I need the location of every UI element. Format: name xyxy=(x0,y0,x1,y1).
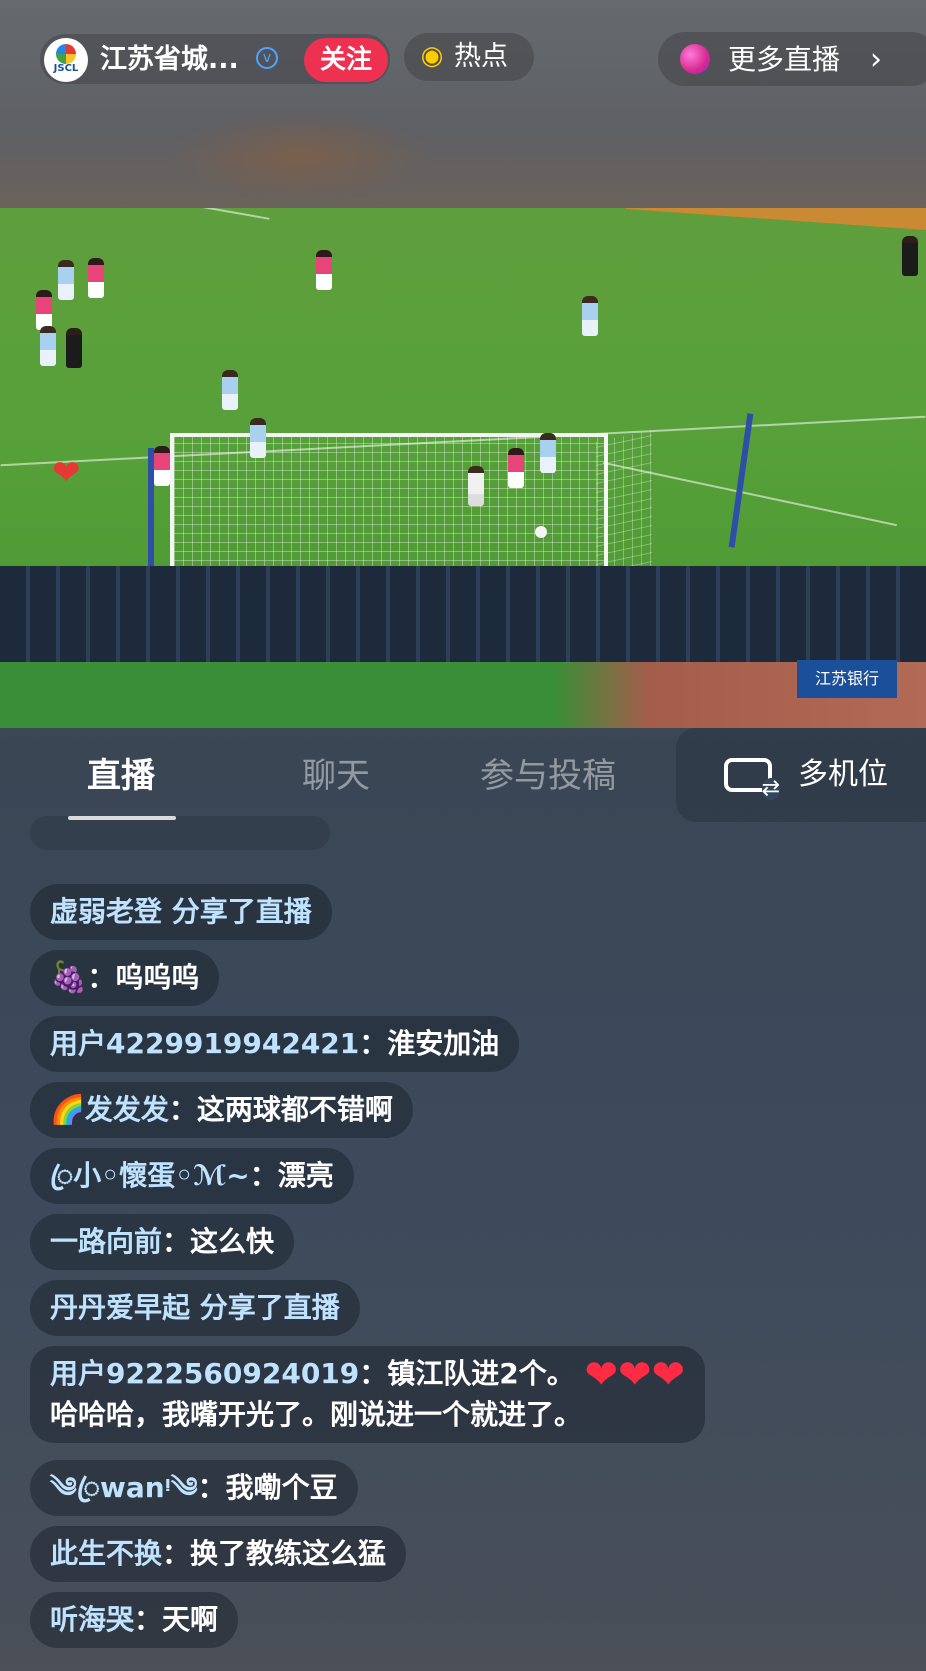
comment-username[interactable]: 🍇 xyxy=(50,960,87,995)
comment-text: ：我嘞个豆 xyxy=(197,1471,338,1504)
comment-username[interactable]: 用户4229919942421 xyxy=(50,1027,359,1060)
tab-chat[interactable]: 聊天 xyxy=(302,748,370,804)
channel-logo[interactable]: JSCL xyxy=(44,38,88,82)
comment-username[interactable]: ༄ꦿwanᵎ༄ xyxy=(50,1471,198,1504)
comment-text: 分享了直播 xyxy=(190,1291,340,1324)
comment-username[interactable]: 丹丹爱早起 xyxy=(50,1291,190,1324)
comment-text: ：淮安加油 xyxy=(359,1027,500,1060)
comment-username[interactable]: 虚弱老登 xyxy=(50,895,162,928)
player xyxy=(88,258,104,298)
verified-icon: v xyxy=(256,47,278,69)
comment-text: ：这么快 xyxy=(162,1225,275,1258)
heart-icon: ❤❤❤ xyxy=(584,1352,686,1398)
pitchside-barrier xyxy=(0,566,926,662)
list-item: 一路向前：这么快 xyxy=(30,1214,295,1270)
comment-username[interactable]: ꦿ小◦懷蛋◦ℳ~ xyxy=(50,1159,250,1192)
list-item: ༄ꦿwanᵎ༄：我嘞个豆 xyxy=(30,1460,358,1516)
tab-live[interactable]: 直播 xyxy=(87,748,155,804)
comment-username[interactable]: 🌈发发发 xyxy=(50,1093,169,1126)
corner-pole xyxy=(728,413,754,548)
player xyxy=(40,326,56,366)
comment-text-line2: 哈哈哈，我嘴开光了。刚说进一个就进了。 xyxy=(50,1398,583,1431)
comment-text: 分享了直播 xyxy=(162,895,312,928)
field-line xyxy=(180,208,270,220)
stadium-ad-board xyxy=(626,208,926,230)
tab-submit[interactable]: 参与投稿 xyxy=(480,748,616,804)
list-item: 🍇：呜呜呜 xyxy=(30,950,220,1006)
live-indicator-icon xyxy=(680,44,710,74)
follow-button[interactable]: 关注 xyxy=(304,38,388,82)
camera-switch-icon xyxy=(724,758,780,800)
flame-icon: ◉ xyxy=(420,41,444,71)
sponsor-logo: 江苏银行 xyxy=(797,660,897,698)
chevron-right-icon: › xyxy=(870,42,882,77)
comment-text: ：漂亮 xyxy=(249,1159,334,1192)
list-item: 此生不换：换了教练这么猛 xyxy=(30,1526,407,1582)
player xyxy=(508,448,524,488)
multicam-label: 多机位 xyxy=(798,757,888,792)
heart-sticker-icon: ❤ xyxy=(52,453,81,493)
player xyxy=(58,260,74,300)
comment-text: ：镇江队进2个。 xyxy=(359,1357,575,1390)
hot-topics-label: 热点 xyxy=(454,41,508,72)
list-item: 丹丹爱早起 分享了直播 xyxy=(30,1280,360,1336)
running-track xyxy=(0,662,926,728)
player xyxy=(154,446,170,486)
player xyxy=(540,433,556,473)
football xyxy=(535,526,547,538)
player xyxy=(468,466,484,506)
comment-username[interactable]: 一路向前 xyxy=(50,1225,162,1258)
player xyxy=(250,418,266,458)
list-item: 虚弱老登 分享了直播 xyxy=(30,884,332,940)
list-item xyxy=(30,816,330,850)
list-item: 用户9222560924019：镇江队进2个。 ❤❤❤ 哈哈哈，我嘴开光了。刚说… xyxy=(30,1346,706,1443)
background-glow xyxy=(170,110,430,200)
player xyxy=(316,250,332,290)
comment-username[interactable]: 听海哭 xyxy=(50,1603,134,1636)
player xyxy=(582,296,598,336)
comment-text: ：天啊 xyxy=(134,1603,219,1636)
comment-username[interactable]: 此生不换 xyxy=(50,1537,162,1570)
more-live-label: 更多直播 xyxy=(728,43,841,76)
list-item: 用户4229919942421：淮安加油 xyxy=(30,1016,520,1072)
referee xyxy=(902,236,918,276)
comment-text: ：呜呜呜 xyxy=(87,961,200,994)
comment-text: ：换了教练这么猛 xyxy=(162,1537,387,1570)
video-player[interactable]: ❤ xyxy=(0,208,926,728)
list-item: 听海哭：天啊 xyxy=(30,1592,239,1648)
player xyxy=(36,290,52,330)
referee xyxy=(66,328,82,368)
list-item: 🌈发发发：这两球都不错啊 xyxy=(30,1082,413,1138)
player xyxy=(222,370,238,410)
list-item: ꦿ小◦懷蛋◦ℳ~：漂亮 xyxy=(30,1148,354,1204)
comment-text: ：这两球都不错啊 xyxy=(168,1093,393,1126)
channel-name[interactable]: 江苏省城... xyxy=(100,38,239,82)
comment-username[interactable]: 用户9222560924019 xyxy=(50,1357,359,1390)
